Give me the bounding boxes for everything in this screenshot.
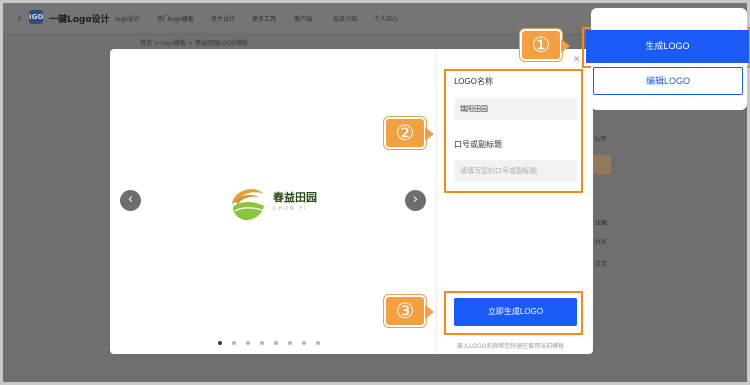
generate-logo-button[interactable]: 生成LOGO [586, 30, 749, 63]
form-fields-highlight [444, 69, 583, 193]
breadcrumb-separator: > [187, 40, 193, 47]
carousel-dot[interactable] [316, 341, 320, 345]
carousel-dot[interactable] [218, 341, 222, 345]
callout-pointer [425, 305, 434, 319]
carousel-dot[interactable] [302, 341, 306, 345]
background-pdf-text: PDF [595, 239, 607, 246]
prev-arrow-icon[interactable]: ‹ [120, 190, 141, 211]
nav-logo-design[interactable]: logo设计 [115, 14, 140, 23]
edit-logo-button[interactable]: 编辑LOGO [593, 67, 743, 95]
close-icon[interactable]: ✕ [573, 55, 581, 65]
brand-logo-icon[interactable]: IGO [29, 10, 43, 24]
carousel-dot[interactable] [232, 341, 236, 345]
carousel-dot[interactable] [246, 341, 250, 345]
carousel-dot[interactable] [288, 341, 292, 345]
breadcrumb-templates[interactable]: logo模板 [161, 40, 186, 47]
logo-title-text: 春益田园 [273, 191, 317, 204]
callout-number: ② [395, 121, 415, 145]
callout-number: ③ [395, 299, 415, 323]
nav-client[interactable]: 客户端 [294, 14, 312, 23]
brand-name[interactable]: 一键Logo设计 [49, 12, 110, 25]
callout-step-1: ① [520, 29, 570, 61]
logo-preview: 春益田园 CHUN YI [226, 182, 326, 224]
callout-number: ① [531, 33, 551, 57]
screenshot-frame: ‹ IGO 一键Logo设计 logo设计 热门logo模板 名片设计 更多工具… [0, 0, 750, 385]
form-hint-text: 输入LOGO名称帮您快速在套用当前模板 [457, 343, 565, 350]
carousel-dot[interactable] [274, 341, 278, 345]
logo-emblem-icon [232, 189, 264, 221]
breadcrumb-home[interactable]: 首页 [140, 40, 152, 47]
breadcrumb: 首页 > logo模板 > 春益田园LOGO模板 [140, 38, 248, 47]
callout-pointer [561, 39, 570, 53]
logo-subtitle-text: CHUN YI [273, 206, 308, 212]
nav-user-center[interactable]: 个人中心 [374, 14, 398, 23]
nav-card-design[interactable]: 名片设计 [211, 14, 235, 23]
next-arrow-icon[interactable]: › [405, 190, 426, 211]
breadcrumb-separator: > [154, 40, 160, 47]
background-button [592, 155, 611, 174]
nav-more-tools[interactable]: 更多工具 [252, 14, 276, 23]
background-text-text: 文字 [595, 261, 608, 268]
callout-step-3: ③ [384, 295, 434, 327]
generate-button-highlight [444, 291, 583, 335]
breadcrumb-current: 春益田园LOGO模板 [194, 40, 249, 47]
back-chevron-icon[interactable]: ‹ [17, 11, 22, 25]
nav-hot-templates[interactable]: 热门logo模板 [157, 14, 194, 23]
callout-pointer [425, 127, 434, 141]
carousel-dot[interactable] [260, 341, 264, 345]
nav-membership[interactable]: 会员介绍 [333, 14, 357, 23]
background-quota-text: 0/天 [595, 136, 607, 143]
callout-step-2: ② [384, 117, 434, 149]
background-compress-text: 压缩 [595, 220, 608, 227]
